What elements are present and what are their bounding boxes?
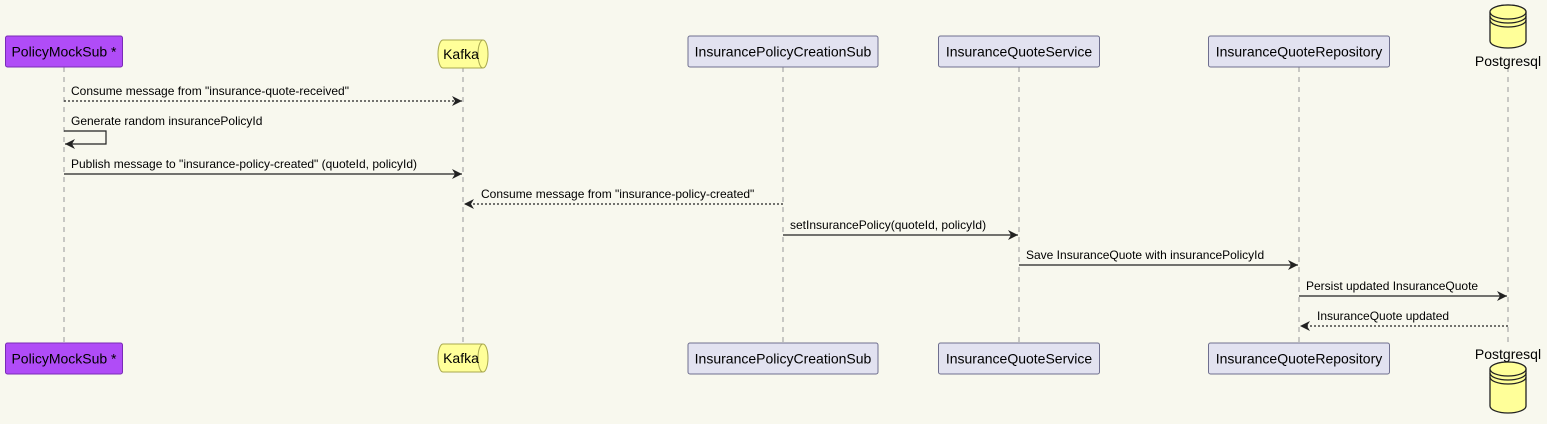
participant-quoteservice-top: InsuranceQuoteService (938, 35, 1100, 68)
messages: Consume message from "insurance-quote-re… (64, 84, 1508, 331)
participant-label: Postgresql (1475, 346, 1541, 362)
participant-postgresql-top: Postgresql (1475, 4, 1541, 69)
message-1: Consume message from "insurance-quote-re… (64, 84, 462, 106)
participant-creationsub-bottom: InsurancePolicyCreationSub (687, 342, 879, 375)
database-top (1489, 361, 1527, 377)
message-label: setInsurancePolicy(quoteId, policyId) (790, 218, 986, 232)
participant-label: InsuranceQuoteRepository (1216, 44, 1383, 60)
message-6: Save InsuranceQuote with insurancePolicy… (1019, 248, 1298, 270)
message-label: Consume message from "insurance-policy-c… (481, 187, 754, 201)
participant-label: Kafka (443, 350, 479, 366)
message-arrow (64, 130, 107, 149)
participant-label: InsuranceQuoteService (946, 351, 1093, 367)
message-label: Save InsuranceQuote with insurancePolicy… (1026, 248, 1264, 262)
message-4: Consume message from "insurance-policy-c… (464, 187, 783, 209)
participant-kafka-top: Kafka (437, 39, 489, 69)
participant-quoteservice-bottom: InsuranceQuoteService (938, 342, 1100, 375)
message-8: InsuranceQuote updated (1300, 309, 1508, 331)
participant-label: InsuranceQuoteRepository (1216, 351, 1383, 367)
participant-creationsub-top: InsurancePolicyCreationSub (687, 35, 879, 68)
message-label: Publish message to "insurance-policy-cre… (71, 157, 417, 171)
participants-bottom: PolicyMockSub * Kafka InsurancePolicyCreat… (5, 342, 1541, 414)
participant-label: InsurancePolicyCreationSub (695, 44, 872, 60)
database-top (1489, 4, 1527, 20)
lifelines (63, 67, 1509, 343)
participant-policymocksub-top: PolicyMockSub * (5, 35, 123, 68)
participant-kafka-bottom: Kafka (437, 343, 489, 373)
message-label: Generate random insurancePolicyId (71, 114, 262, 128)
message-5: setInsurancePolicy(quoteId, policyId) (783, 218, 1018, 240)
participant-label: PolicyMockSub * (11, 351, 117, 367)
sequence-diagram: PolicyMockSub * Kafka InsurancePolicyCreat… (5, 4, 1541, 414)
message-3: Publish message to "insurance-policy-cre… (64, 157, 462, 179)
participant-quoterepository-top: InsuranceQuoteRepository (1208, 35, 1390, 68)
message-label: InsuranceQuote updated (1317, 309, 1449, 323)
participant-label: Postgresql (1475, 53, 1541, 69)
participant-policymocksub-bottom: PolicyMockSub * (5, 342, 123, 375)
message-7: Persist updated InsuranceQuote (1299, 279, 1507, 301)
message-2: Generate random insurancePolicyId (64, 114, 262, 149)
participant-label: Kafka (443, 46, 479, 62)
participant-label: PolicyMockSub * (11, 44, 117, 60)
message-label: Persist updated InsuranceQuote (1306, 279, 1478, 293)
participant-label: InsuranceQuoteService (946, 44, 1093, 60)
participants-top: PolicyMockSub * Kafka InsurancePolicyCreat… (5, 4, 1541, 69)
participant-quoterepository-bottom: InsuranceQuoteRepository (1208, 342, 1390, 375)
participant-label: InsurancePolicyCreationSub (695, 351, 872, 367)
message-label: Consume message from "insurance-quote-re… (71, 84, 349, 98)
participant-postgresql-bottom: Postgresql (1475, 346, 1541, 414)
